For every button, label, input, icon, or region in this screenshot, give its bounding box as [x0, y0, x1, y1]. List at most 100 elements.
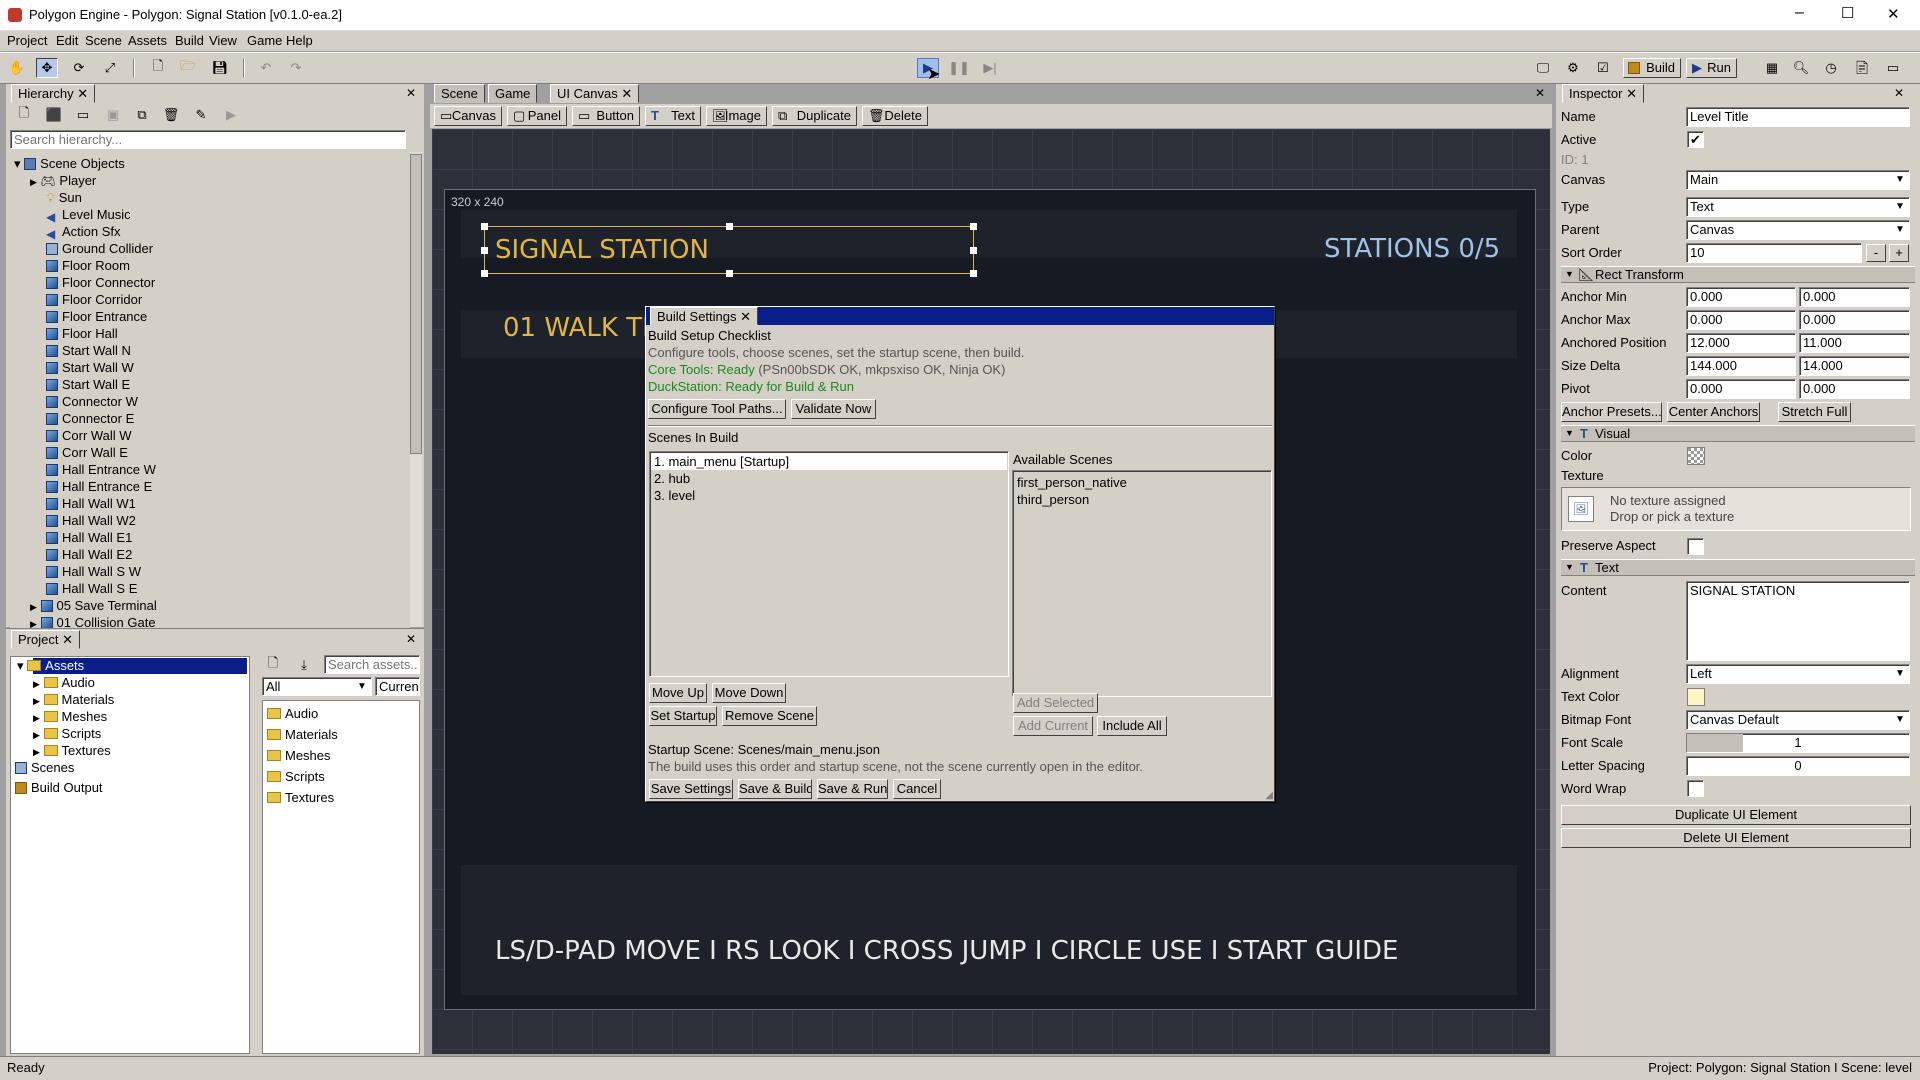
tree-item[interactable]: Start Wall E: [46, 376, 130, 393]
save-settings-button[interactable]: Save Settings: [649, 779, 733, 799]
scene-row[interactable]: 1. main_menu [Startup]: [654, 453, 789, 470]
tree-item[interactable]: ▶ Materials: [33, 691, 114, 708]
group-icon[interactable]: ▣: [102, 105, 124, 125]
resize-handle[interactable]: [970, 270, 977, 277]
scene-row[interactable]: 2. hub: [654, 470, 690, 487]
filter-dropdown[interactable]: All ▼: [262, 677, 372, 696]
sort-increment-button[interactable]: +: [1889, 244, 1909, 262]
file-item[interactable]: Scripts: [267, 768, 325, 785]
package-icon[interactable]: ▦: [1761, 58, 1783, 78]
file-item[interactable]: Meshes: [267, 747, 331, 764]
inspect-icon[interactable]: 🔍︎: [1790, 58, 1812, 78]
remove-scene-button[interactable]: Remove Scene: [722, 706, 817, 726]
tree-root[interactable]: ▾ Scene Objects: [14, 155, 125, 172]
size-delta-x-input[interactable]: 144.000: [1686, 356, 1796, 376]
objective-text[interactable]: 01 WALK TH: [503, 313, 662, 343]
inspector-tab[interactable]: Inspector ✕: [1562, 84, 1645, 103]
tree-item-assets[interactable]: ▾ Assets: [17, 657, 84, 674]
center-anchors-button[interactable]: Center Anchors: [1667, 402, 1760, 422]
scenes-in-build-list[interactable]: 1. main_menu [Startup] 2. hub 3. level: [649, 451, 1009, 677]
create-object-icon[interactable]: 🗋: [13, 105, 35, 125]
menu-view[interactable]: View: [209, 31, 237, 51]
hierarchy-scrollbar[interactable]: [410, 152, 422, 627]
available-scene-row[interactable]: third_person: [1017, 491, 1089, 508]
include-all-button[interactable]: Include All: [1097, 716, 1167, 736]
tree-item[interactable]: Hall Wall E2: [46, 546, 132, 563]
close-tab-icon[interactable]: ✕: [621, 86, 632, 101]
word-wrap-checkbox[interactable]: [1687, 780, 1704, 797]
screen-icon[interactable]: 🖵: [1532, 58, 1554, 78]
duplicate-ui-element-button[interactable]: Duplicate UI Element: [1561, 805, 1911, 825]
add-selected-button[interactable]: Add Selected: [1013, 693, 1098, 713]
resize-handle[interactable]: [481, 223, 488, 230]
file-item[interactable]: Materials: [267, 726, 338, 743]
visual-header[interactable]: ▼ T Visual: [1561, 425, 1915, 442]
close-dialog-icon[interactable]: ✕: [740, 309, 751, 324]
delete-icon[interactable]: 🗑: [160, 105, 182, 125]
anchor-max-x-input[interactable]: 0.000: [1686, 310, 1796, 330]
step-icon[interactable]: ▶|: [979, 58, 1001, 78]
tree-item[interactable]: ◀ Action Sfx: [46, 223, 121, 240]
tree-item[interactable]: Hall Entrance E: [46, 478, 152, 495]
set-startup-button[interactable]: Set Startup: [649, 706, 717, 726]
content-textarea[interactable]: SIGNAL STATION: [1686, 581, 1910, 661]
menu-project[interactable]: Project: [7, 31, 47, 51]
tree-item[interactable]: ▶ Meshes: [33, 708, 107, 725]
menu-assets[interactable]: Assets: [128, 31, 167, 51]
available-scene-row[interactable]: first_person_native: [1017, 474, 1127, 491]
resize-handle[interactable]: [481, 247, 488, 254]
active-checkbox[interactable]: ✔: [1687, 131, 1704, 148]
menu-scene[interactable]: Scene: [85, 31, 122, 51]
cancel-button[interactable]: Cancel: [893, 779, 941, 799]
clock-icon[interactable]: ◷: [1820, 58, 1842, 78]
save-build-button[interactable]: Save & Build: [738, 779, 812, 799]
rename-icon[interactable]: ✎: [190, 105, 212, 125]
tree-item[interactable]: ▶ 🎮︎ Player: [30, 172, 96, 189]
controls-hint-text[interactable]: LS/D-PAD MOVE I RS LOOK I CROSS JUMP I C…: [495, 936, 1398, 966]
scale-tool-icon[interactable]: ⤢: [99, 58, 121, 78]
maximize-button[interactable]: ☐: [1841, 4, 1854, 22]
menu-edit[interactable]: Edit: [56, 31, 78, 51]
move-tool-icon[interactable]: ✥: [36, 58, 58, 78]
redo-icon[interactable]: ↷: [285, 58, 307, 78]
open-folder-icon[interactable]: 🗁: [177, 58, 199, 78]
font-scale-slider[interactable]: 1: [1686, 733, 1910, 753]
create-cube-icon[interactable]: ⬛: [43, 105, 65, 125]
alignment-dropdown[interactable]: Left ▼: [1686, 664, 1910, 684]
tree-item[interactable]: Hall Wall E1: [46, 529, 132, 546]
close-window-button[interactable]: ✕: [1887, 5, 1900, 23]
tree-item[interactable]: ▶ Textures: [33, 742, 111, 759]
close-panel-icon[interactable]: ✕: [1535, 86, 1545, 100]
tool-canvas[interactable]: ▭ Canvas: [434, 106, 502, 126]
tool-delete[interactable]: 🗑 Delete: [862, 106, 928, 126]
scene-row[interactable]: 3. level: [654, 487, 695, 504]
preserve-aspect-checkbox[interactable]: [1687, 538, 1704, 555]
bitmap-font-dropdown[interactable]: Canvas Default ▼: [1686, 710, 1910, 730]
delete-ui-element-button[interactable]: Delete UI Element: [1561, 828, 1911, 848]
name-input[interactable]: Level Title: [1686, 107, 1910, 127]
layout-icon[interactable]: ▭: [1882, 58, 1904, 78]
anchored-pos-x-input[interactable]: 12.000: [1686, 333, 1796, 353]
close-tab-icon[interactable]: ✕: [62, 632, 73, 647]
tree-item[interactable]: Corr Wall E: [46, 444, 128, 461]
selected-text-element[interactable]: SIGNAL STATION: [481, 223, 977, 277]
hierarchy-tab[interactable]: Hierarchy ✕: [11, 84, 96, 103]
available-scenes-list[interactable]: first_person_native third_person: [1012, 470, 1272, 697]
tool-button[interactable]: ▭ Button: [572, 106, 640, 126]
tree-item[interactable]: ◀ Level Music: [46, 206, 131, 223]
hand-tool-icon[interactable]: ✋: [6, 58, 28, 78]
close-panel-icon[interactable]: ✕: [406, 632, 416, 646]
tree-item[interactable]: Connector E: [46, 410, 134, 427]
resize-handle[interactable]: [970, 247, 977, 254]
tab-scene[interactable]: Scene: [434, 84, 485, 103]
undo-icon[interactable]: ↶: [255, 58, 277, 78]
tree-item-build-output[interactable]: Build Output: [15, 779, 103, 796]
resize-handle[interactable]: [726, 270, 733, 277]
pivot-x-input[interactable]: 0.000: [1686, 379, 1796, 399]
anchor-max-y-input[interactable]: 0.000: [1799, 310, 1910, 330]
resize-grip-icon[interactable]: ◢: [1265, 790, 1273, 801]
sort-decrement-button[interactable]: -: [1866, 244, 1886, 262]
tree-item[interactable]: 💡︎ Sun: [46, 189, 82, 206]
text-color-swatch[interactable]: [1687, 688, 1705, 706]
sort-order-input[interactable]: 10: [1686, 243, 1862, 263]
